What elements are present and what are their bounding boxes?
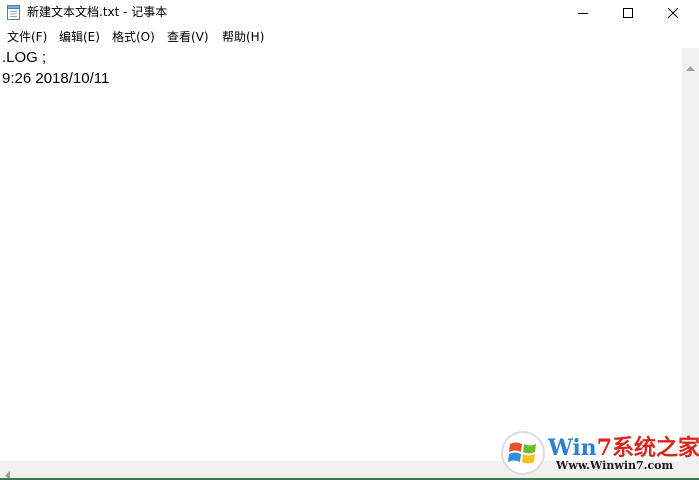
watermark: Win7系统之家 Www.Winwin7.com: [498, 428, 699, 478]
menu-format[interactable]: 格式(O): [111, 29, 156, 45]
windows-logo-icon: [500, 430, 546, 476]
window-title: 新建文本文档.txt - 记事本: [27, 5, 168, 19]
menu-help[interactable]: 帮助(H): [221, 29, 265, 45]
maximize-button[interactable]: [605, 0, 651, 26]
minimize-button[interactable]: [560, 0, 606, 26]
watermark-brand: Win7系统之家: [548, 430, 699, 462]
menu-file[interactable]: 文件(F): [6, 29, 48, 45]
minimize-icon: [578, 8, 588, 18]
editor-line: .LOG ;: [2, 49, 47, 66]
editor-line: 9:26 2018/10/11: [2, 70, 110, 87]
maximize-icon: [623, 8, 633, 18]
close-button[interactable]: [650, 0, 696, 26]
title-bar[interactable]: 新建文本文档.txt - 记事本: [0, 0, 699, 26]
text-editor[interactable]: .LOG ; 9:26 2018/10/11: [0, 48, 682, 461]
watermark-url: Www.Winwin7.com: [556, 459, 674, 472]
vertical-scrollbar[interactable]: [682, 48, 699, 461]
notepad-window: 新建文本文档.txt - 记事本 文件(F) 编辑(E) 格式(O) 查看(V)…: [0, 0, 699, 480]
menu-edit[interactable]: 编辑(E): [58, 29, 101, 45]
menu-bar: 文件(F) 编辑(E) 格式(O) 查看(V) 帮助(H): [0, 26, 699, 49]
close-icon: [668, 8, 678, 18]
scroll-up-arrow-icon[interactable]: [686, 56, 695, 75]
menu-view[interactable]: 查看(V): [166, 29, 210, 45]
watermark-brand-rest: 7系统之家: [596, 435, 699, 461]
notepad-icon[interactable]: [7, 5, 20, 20]
watermark-brand-prefix: Win: [548, 435, 597, 461]
